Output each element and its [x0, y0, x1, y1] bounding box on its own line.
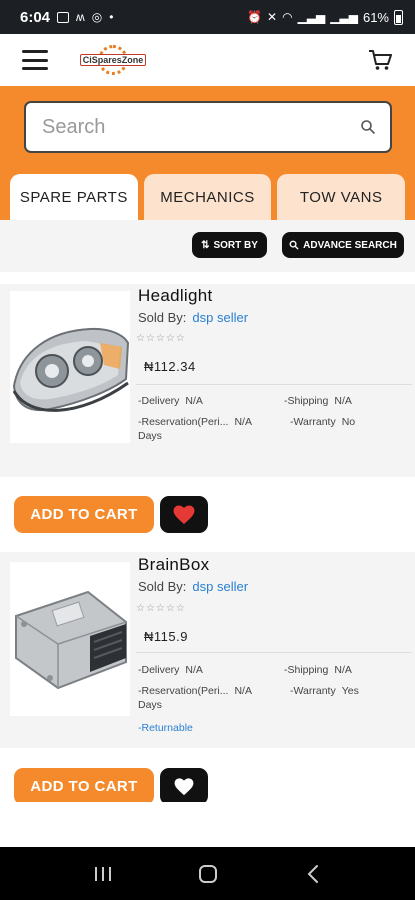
rating-stars: ☆☆☆☆☆ [136, 333, 186, 344]
controls-bar: ⇅ SORT BY ADVANCE SEARCH [0, 220, 415, 272]
product-title[interactable]: BrainBox [138, 555, 209, 575]
search-box [24, 101, 392, 153]
spec-reservation-unit: Days [138, 430, 162, 442]
seller-link[interactable]: dsp seller [192, 579, 248, 594]
product-list: Headlight Sold By: dsp seller ☆☆☆☆☆ ₦112.… [0, 272, 415, 802]
back-icon [307, 864, 318, 883]
divider [136, 384, 412, 385]
recent-apps-icon [94, 866, 111, 881]
divider [136, 652, 412, 653]
brainbox-image[interactable] [10, 562, 130, 716]
sort-by-button[interactable]: ⇅ SORT BY [192, 232, 267, 258]
home-button[interactable] [188, 859, 228, 889]
logo-text: CiSparesZone [79, 54, 147, 66]
product-card[interactable]: Headlight Sold By: dsp seller ☆☆☆☆☆ ₦112.… [0, 284, 415, 477]
status-time: 6:04 [20, 8, 51, 26]
back-button[interactable] [293, 859, 333, 889]
spec-warranty: -Warranty No [290, 416, 356, 428]
spec-delivery: -Delivery N/A [138, 664, 203, 676]
cart-icon[interactable] [367, 47, 393, 73]
product-price: ₦112.34 [144, 359, 196, 374]
add-to-cart-button[interactable]: ADD TO CART [14, 768, 154, 802]
system-nav-bar [0, 847, 415, 900]
signal-icon: ▁▃▅ [297, 10, 326, 24]
instagram-icon: ◎ [91, 10, 103, 24]
sort-icon: ⇅ [201, 239, 210, 251]
search-input[interactable] [42, 115, 360, 139]
sold-by-label: Sold By: [138, 579, 187, 594]
wifi-icon: ◠ [282, 10, 293, 24]
spec-shipping: -Shipping N/A [284, 395, 352, 407]
sold-by: Sold By: dsp seller [138, 579, 248, 594]
favorite-button[interactable] [160, 768, 208, 802]
app-header: CiSparesZone [0, 34, 415, 86]
spec-shipping: -Shipping N/A [284, 664, 352, 676]
tab-spare-parts[interactable]: SPARE PARTS [10, 174, 138, 220]
search-icon[interactable] [360, 119, 376, 135]
alarm-icon: ⏰ [247, 10, 263, 24]
signal-2-icon: ▁▃▅ [330, 10, 358, 24]
spec-reservation: -Reservation(Peri... N/A [138, 416, 252, 428]
mute-icon: ✕ [267, 10, 278, 24]
seller-link[interactable]: dsp seller [192, 310, 248, 325]
rating-stars: ☆☆☆☆☆ [136, 603, 186, 614]
tab-tow-vans[interactable]: TOW VANS [277, 174, 406, 220]
product-card[interactable]: BrainBox Sold By: dsp seller ☆☆☆☆☆ ₦115.9… [0, 552, 415, 748]
category-tabs: SPARE PARTS MECHANICS TOW VANS [10, 174, 406, 220]
gallery-notification-icon [57, 11, 70, 23]
spec-delivery: -Delivery N/A [138, 395, 203, 407]
sort-label: SORT BY [213, 239, 258, 251]
returnable-tag: -Returnable [138, 722, 193, 734]
advance-search-button[interactable]: ADVANCE SEARCH [282, 232, 404, 258]
headlight-image[interactable] [10, 291, 130, 443]
recent-apps-button[interactable] [83, 859, 123, 889]
tab-mechanics[interactable]: MECHANICS [143, 174, 272, 220]
status-bar: 6:04 ʍ ◎ • ⏰ ✕ ◠ ▁▃▅ ▁▃▅ 61% [0, 0, 415, 34]
search-area: SPARE PARTS MECHANICS TOW VANS [0, 86, 415, 220]
dot-icon: • [109, 10, 114, 24]
home-icon [198, 864, 217, 883]
sold-by: Sold By: dsp seller [138, 310, 248, 325]
spec-reservation: -Reservation(Peri... N/A [138, 685, 252, 697]
battery-icon [394, 9, 403, 25]
heart-icon [173, 504, 195, 524]
spec-warranty: -Warranty Yes [290, 685, 359, 697]
spec-reservation-unit: Days [138, 699, 162, 711]
app-logo[interactable]: CiSparesZone [79, 43, 147, 77]
heart-outline-icon [174, 777, 194, 795]
app-notification-icon: ʍ [76, 10, 85, 24]
advance-search-icon [289, 240, 299, 250]
favorite-button[interactable] [160, 496, 208, 533]
product-price: ₦115.9 [144, 629, 188, 644]
menu-icon[interactable] [22, 50, 48, 70]
advance-search-label: ADVANCE SEARCH [303, 239, 397, 251]
battery-percent: 61% [362, 9, 389, 25]
add-to-cart-button[interactable]: ADD TO CART [14, 496, 154, 533]
product-title[interactable]: Headlight [138, 286, 213, 306]
sold-by-label: Sold By: [138, 310, 187, 325]
